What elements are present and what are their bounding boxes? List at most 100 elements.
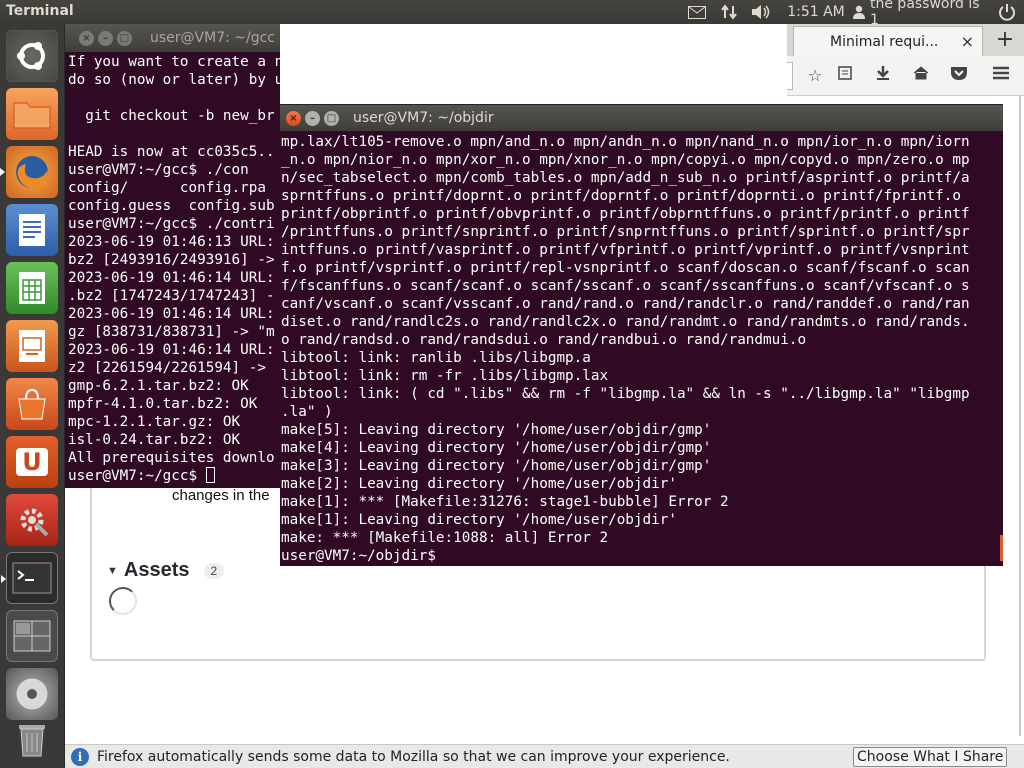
files-icon[interactable] [6,88,58,140]
terminal-line: _n.o mpn/nior_n.o mpn/xor_n.o mpn/xnor_n… [281,152,970,168]
ubuntu-one-icon[interactable]: U [6,436,58,488]
running-indicator [1,575,6,583]
terminal-line: HEAD is now at cc035c5.. [68,144,275,160]
terminal-output[interactable]: mp.lax/lt105-remove.o mpn/and_n.o mpn/an… [281,133,970,565]
active-app-title: Terminal [6,3,74,19]
new-tab-button[interactable]: + [991,28,1019,52]
terminal-line: /printffuns.o printf/snprintf.o printf/s… [281,224,970,240]
terminal-line: f/fscanffuns.o scanf/scanf.o scanf/sscan… [281,278,970,294]
info-icon: i [71,747,89,766]
tab-minimal-requirements[interactable]: Minimal requi... × [793,26,983,56]
bookmarks-menu-icon[interactable] [833,64,857,88]
terminal-line: o rand/randsd.o rand/randsdui.o rand/ran… [281,332,807,348]
maximize-window-icon[interactable]: □ [324,110,339,126]
maximize-window-icon[interactable]: □ [117,30,132,46]
release-notes-text: changes in the [172,487,270,504]
terminal-line: 2023-06-19 01:46:14 URL: [68,306,275,322]
firefox-icon[interactable] [0,146,58,198]
terminal-line: z2 [2261594/2261594] -> [68,360,266,376]
terminal-window-gcc[interactable]: × – □ user@VM7: ~/gcc If you want to cre… [65,24,280,488]
close-window-icon[interactable]: × [79,30,94,46]
terminal-line: config.guess config.sub [68,198,275,214]
power-icon[interactable] [994,2,1020,22]
window-title: user@VM7: ~/gcc [150,30,275,46]
terminal-line: make: *** [Makefile:1088: all] Error 2 [281,530,609,546]
terminal-line: intffuns.o printf/vasprintf.o printf/vfp… [281,242,970,258]
terminal-line: config/ config.rpa [68,180,266,196]
terminal-icon[interactable] [1,552,58,604]
close-tab-icon[interactable]: × [961,32,974,51]
close-window-icon[interactable]: × [286,110,301,126]
terminal-line: canf/vscanf.o scanf/vsscanf.o rand/rand.… [281,296,970,312]
minimize-window-icon[interactable]: – [98,30,113,46]
data-collection-notification-bar: i Firefox automatically sends some data … [65,744,1024,768]
terminal-line: n/sec_tabselect.o mpn/comb_tables.o mpn/… [281,170,970,186]
pocket-icon[interactable] [947,64,971,88]
navigation-toolbar: ☆ [787,56,1024,96]
assets-count-badge: 2 [203,562,225,579]
terminal-scrollbar[interactable] [1000,535,1003,561]
terminal-line: user@VM7:~/gcc$ ./con [68,162,249,178]
terminal-line: libtool: link: ( cd ".libs" && rm -f "li… [281,386,970,402]
terminal-line: do so (now or later) by using -b with th… [68,72,280,88]
choose-what-i-share-button[interactable]: Choose What I Share [853,747,1008,767]
loading-spinner-icon [109,587,137,615]
terminal-line: git checkout -b new_br [85,108,275,124]
terminal-line: 2023-06-19 01:46:14 URL: [68,270,275,286]
assets-title: Assets [123,559,190,581]
libreoffice-impress-icon[interactable] [6,320,58,372]
terminal-line: gz [838731/838731] -> "m [68,324,275,340]
system-settings-icon[interactable] [6,494,58,546]
terminal-line: sprntffuns.o printf/doprnt.o printf/dopr… [281,188,961,204]
expand-caret-icon[interactable]: ▼ [107,565,118,577]
hamburger-menu-icon[interactable] [989,64,1013,88]
url-bar-edge[interactable] [787,62,793,90]
terminal-line: make[2]: Leaving directory '/home/user/o… [281,476,677,492]
terminal-line: isl-0.24.tar.bz2: OK [68,432,241,448]
notification-message: Firefox automatically sends some data to… [97,748,730,765]
terminal-prompt: user@VM7:~/objdir$ [281,548,445,564]
mail-icon[interactable] [686,2,708,22]
terminal-line: printf/obprintf.o printf/obvprintf.o pri… [281,206,970,222]
terminal-line: 2023-06-19 01:46:13 URL: [68,234,275,250]
dvd-drive-icon[interactable] [6,668,58,720]
minimize-window-icon[interactable]: – [305,110,320,126]
libreoffice-calc-icon[interactable] [6,262,58,314]
libreoffice-writer-icon[interactable] [6,204,58,256]
trash-icon[interactable] [6,714,58,762]
downloads-icon[interactable] [871,64,895,88]
workspace-switcher-icon[interactable] [6,610,58,662]
window-title: user@VM7: ~/objdir [353,110,494,126]
terminal-titlebar[interactable]: × – □ user@VM7: ~/gcc [65,24,280,52]
terminal-prompt: user@VM7:~/gcc$ [68,468,206,484]
assets-header[interactable]: ▼ Assets 2 [107,559,225,582]
page-scrollbar[interactable] [1016,96,1024,736]
terminal-line: .la" ) [281,404,333,420]
terminal-line: diset.o rand/randlc2s.o rand/randlc2x.o … [281,314,970,330]
terminal-line: mpfr-4.1.0.tar.bz2: OK [68,396,258,412]
terminal-line: make[4]: Leaving directory '/home/user/o… [281,440,712,456]
running-indicator [0,168,5,176]
terminal-window-objdir[interactable]: × – □ user@VM7: ~/objdir mp.lax/lt105-re… [280,104,1003,566]
user-menu-label[interactable]: the password is 1 [870,0,990,28]
terminal-line: make[3]: Leaving directory '/home/user/o… [281,458,712,474]
terminal-line: bz2 [2493916/2493916] -> [68,252,275,268]
terminal-line: f.o printf/vsprintf.o printf/repl-vsnpri… [281,260,970,276]
terminal-line: .bz2 [1747243/1747243] - [68,288,275,304]
home-icon[interactable] [909,64,933,88]
terminal-line: 2023-06-19 01:46:14 URL: [68,342,275,358]
ubuntu-dash-icon[interactable] [6,30,58,82]
top-panel: Terminal 1:51 AM the password is 1 [0,0,1024,28]
tab-strip: Minimal requi... × + [787,24,1024,56]
volume-icon[interactable] [749,2,773,22]
clock[interactable]: 1:51 AM [786,2,846,22]
terminal-line: mp.lax/lt105-remove.o mpn/and_n.o mpn/an… [281,134,970,150]
ubuntu-software-center-icon[interactable] [6,378,58,430]
terminal-titlebar[interactable]: × – □ user@VM7: ~/objdir [280,105,1003,131]
terminal-line: make[1]: *** [Makefile:31276: stage1-bub… [281,494,729,510]
terminal-output[interactable]: If you want to create a new branch to re… [68,53,280,485]
text-cursor [205,467,215,483]
network-icon[interactable] [718,2,740,22]
terminal-line: All prerequisites downlo [68,450,275,466]
bookmark-star-icon[interactable]: ☆ [803,64,827,88]
